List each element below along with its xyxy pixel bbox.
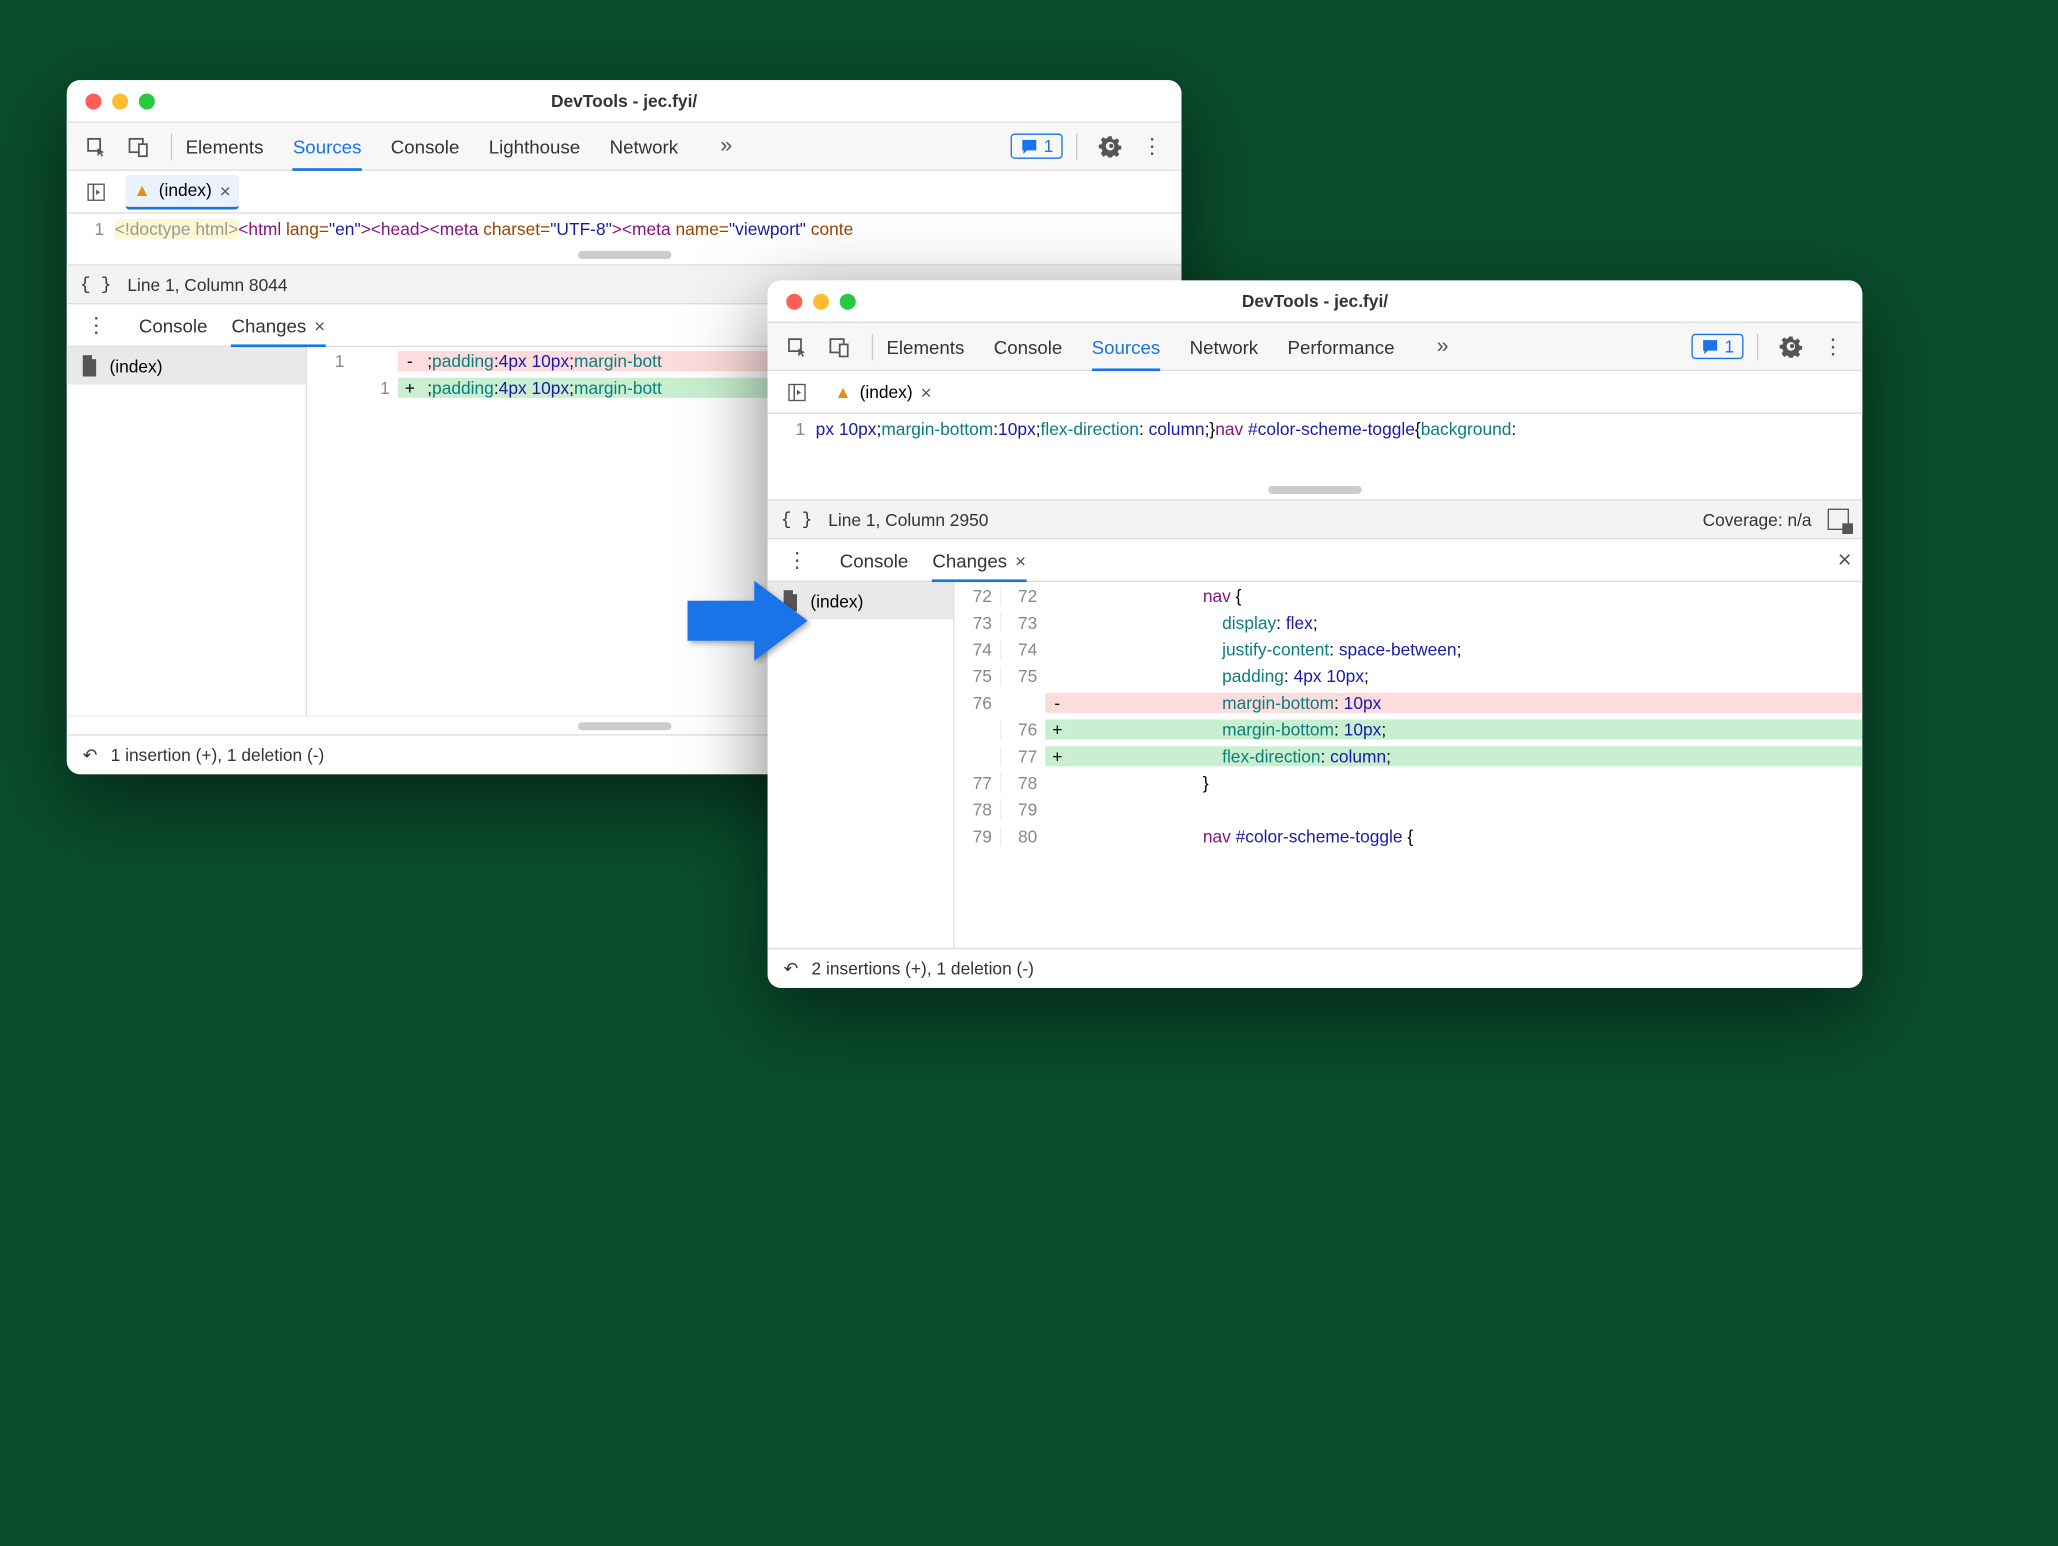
navigator-toggle-icon[interactable] [778, 373, 815, 410]
drawer-tab-console[interactable]: Console [840, 539, 909, 580]
tab-performance[interactable]: Performance [1288, 323, 1395, 370]
transition-arrow-icon [681, 574, 815, 667]
file-tab-index[interactable]: ▲ (index) × [826, 376, 939, 408]
close-window-button[interactable] [786, 293, 802, 309]
cursor-position: Line 1, Column 8044 [127, 274, 287, 294]
drawer-tab-changes[interactable]: Changes× [932, 539, 1026, 580]
diff-summary: 2 insertions (+), 1 deletion (-) [812, 959, 1034, 979]
changed-files-pane: (index) [67, 347, 307, 715]
pretty-print-icon[interactable]: { } [781, 509, 812, 529]
horizontal-scrollbar-thumb[interactable] [577, 251, 670, 259]
tab-elements[interactable]: Elements [186, 123, 264, 170]
diff-line: 76- margin-bottom: 10px [955, 689, 1863, 716]
changes-footer: ↶ 2 insertions (+), 1 deletion (-) [768, 948, 1863, 988]
revert-icon[interactable]: ↶ [784, 958, 799, 979]
close-drawer-icon[interactable]: × [1838, 546, 1852, 574]
diff-line: 7778} [955, 769, 1863, 796]
close-icon[interactable]: × [921, 381, 932, 402]
tab-elements[interactable]: Elements [886, 323, 964, 370]
kebab-menu-icon[interactable]: ⋮ [1133, 127, 1170, 164]
tab-network[interactable]: Network [610, 123, 679, 170]
drawer-tab-console[interactable]: Console [139, 304, 208, 345]
maximize-window-button[interactable] [840, 293, 856, 309]
file-tabs-bar: ▲ (index) × [67, 171, 1182, 214]
revert-icon[interactable]: ↶ [83, 744, 98, 765]
minimize-window-button[interactable] [112, 93, 128, 109]
tab-sources[interactable]: Sources [293, 123, 362, 170]
tab-console[interactable]: Console [994, 323, 1063, 370]
gear-icon[interactable] [1772, 328, 1809, 365]
inspect-icon[interactable] [778, 328, 815, 365]
close-icon[interactable]: × [1015, 549, 1026, 570]
kebab-menu-icon[interactable]: ⋮ [77, 306, 114, 343]
warning-icon: ▲ [134, 180, 151, 200]
navigator-toggle-icon[interactable] [77, 173, 114, 210]
drawer-tab-changes[interactable]: Changes× [231, 304, 325, 345]
device-toggle-icon[interactable] [120, 127, 157, 164]
file-icon [80, 355, 99, 376]
close-icon[interactable]: × [314, 314, 325, 335]
coverage-label: Coverage: n/a [1703, 509, 1812, 529]
diff-line: 7474 justify-content: space-between; [955, 635, 1863, 662]
devtools-window-after: DevTools - jec.fyi/ Elements Console Sou… [768, 280, 1863, 988]
tab-console[interactable]: Console [391, 123, 460, 170]
close-icon[interactable]: × [220, 180, 231, 201]
diff-line: 7980nav #color-scheme-toggle { [955, 822, 1863, 849]
line-number: 1 [67, 219, 115, 239]
horizontal-scrollbar-thumb[interactable] [577, 722, 670, 730]
tab-sources[interactable]: Sources [1092, 323, 1161, 370]
warning-icon: ▲ [834, 382, 851, 402]
code-editor[interactable]: 1px 10px;margin-bottom:10px;flex-directi… [768, 414, 1863, 481]
code-editor[interactable]: 1<!doctype html><html lang="en"><head><m… [67, 214, 1182, 246]
changed-file-item[interactable]: (index) [67, 347, 306, 384]
gear-icon[interactable] [1091, 127, 1128, 164]
editor-statusbar: { } Line 1, Column 2950 Coverage: n/a [768, 499, 1863, 539]
titlebar: DevTools - jec.fyi/ [768, 280, 1863, 323]
issues-badge[interactable]: 1 [1691, 334, 1743, 359]
diff-line: 77+ flex-direction: column; [955, 742, 1863, 769]
source-map-icon[interactable] [1828, 509, 1849, 530]
diff-line: 7879 [955, 796, 1863, 823]
line-number: 1 [768, 419, 816, 439]
window-title: DevTools - jec.fyi/ [768, 291, 1863, 311]
more-tabs-icon[interactable]: » [1424, 328, 1461, 365]
diff-line: 76+ margin-bottom: 10px; [955, 716, 1863, 743]
devtools-toolbar: Elements Console Sources Network Perform… [768, 323, 1863, 371]
diff-line: 7575 padding: 4px 10px; [955, 662, 1863, 689]
window-title: DevTools - jec.fyi/ [67, 91, 1182, 111]
device-toggle-icon[interactable] [821, 328, 858, 365]
cursor-position: Line 1, Column 2950 [828, 509, 988, 529]
horizontal-scrollbar-thumb[interactable] [1268, 486, 1361, 494]
pretty-print-icon[interactable]: { } [80, 274, 111, 294]
tab-lighthouse[interactable]: Lighthouse [489, 123, 580, 170]
diff-line: 7272nav { [955, 582, 1863, 609]
inspect-icon[interactable] [77, 127, 114, 164]
close-window-button[interactable] [85, 93, 101, 109]
diff-summary: 1 insertion (+), 1 deletion (-) [111, 745, 325, 765]
more-tabs-icon[interactable]: » [708, 127, 745, 164]
diff-viewer[interactable]: 7272nav {7373 display: flex;7474 justify… [955, 582, 1863, 948]
issues-badge[interactable]: 1 [1010, 134, 1062, 159]
tab-network[interactable]: Network [1190, 323, 1259, 370]
diff-line: 7373 display: flex; [955, 609, 1863, 636]
kebab-menu-icon[interactable]: ⋮ [1814, 328, 1851, 365]
file-tab-index[interactable]: ▲ (index) × [125, 174, 238, 209]
maximize-window-button[interactable] [139, 93, 155, 109]
minimize-window-button[interactable] [813, 293, 829, 309]
devtools-toolbar: Elements Sources Console Lighthouse Netw… [67, 123, 1182, 171]
titlebar: DevTools - jec.fyi/ [67, 80, 1182, 123]
